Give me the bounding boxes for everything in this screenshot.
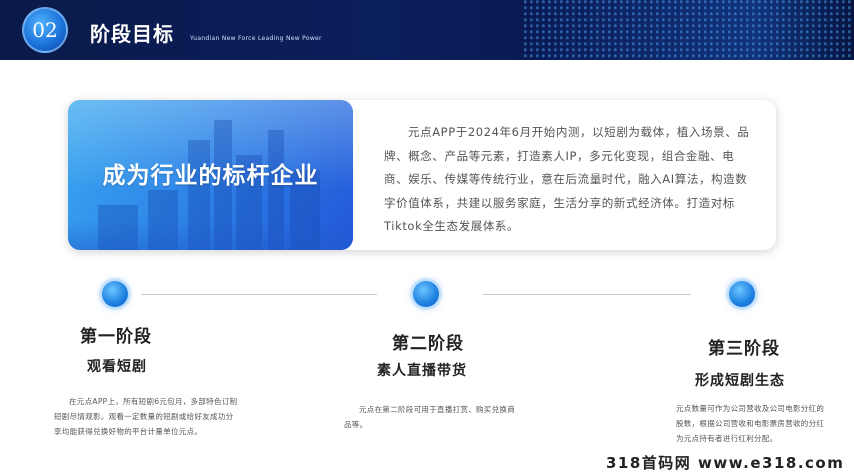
stage-2-subtitle: 素人直播带货 [377, 363, 467, 379]
stage-3-description: 元点数量可作为公司营收及公司电影分红的股数，根据公司营收和电影票房营收的分红为元… [676, 404, 825, 443]
stage-3-title: 第三阶段 [708, 339, 780, 359]
page-title: 阶段目标 [90, 22, 174, 46]
stage-3-marker-icon [729, 281, 755, 307]
page-subtitle: Yuandian New Force Leading New Power [190, 35, 322, 42]
header-decoration [524, 0, 854, 60]
section-number-badge: 02 [22, 7, 68, 53]
city-image: 成为行业的标杆企业 [68, 100, 353, 250]
stage-2-title: 第二阶段 [392, 334, 464, 354]
stage-1-title: 第一阶段 [80, 327, 152, 347]
intro-paragraph: 元点APP于2024年6月开始内测，以短剧为载体，植入场景、品牌、概念、产品等元… [384, 125, 750, 233]
stage-1-description: 在元点APP上，所有短剧6元包月，多部特色订制短剧尽情观影。观看一定数量的短剧或… [54, 397, 238, 436]
slogan-text: 成为行业的标杆企业 [102, 163, 319, 189]
stage-2-description: 元点在第二阶段可用于直播打赏、购买兑换商品等。 [344, 405, 515, 429]
stage-2-marker-icon [413, 281, 439, 307]
stage-1-subtitle: 观看短剧 [87, 359, 147, 375]
header-banner: 02 阶段目标 Yuandian New Force Leading New P… [0, 0, 854, 60]
timeline-line-1 [141, 294, 377, 295]
watermark-text: 318首码网 www.e318.com [606, 454, 845, 472]
stage-1-marker-icon [102, 281, 128, 307]
stage-3-subtitle: 形成短剧生态 [695, 373, 785, 389]
timeline-line-2 [483, 294, 691, 295]
